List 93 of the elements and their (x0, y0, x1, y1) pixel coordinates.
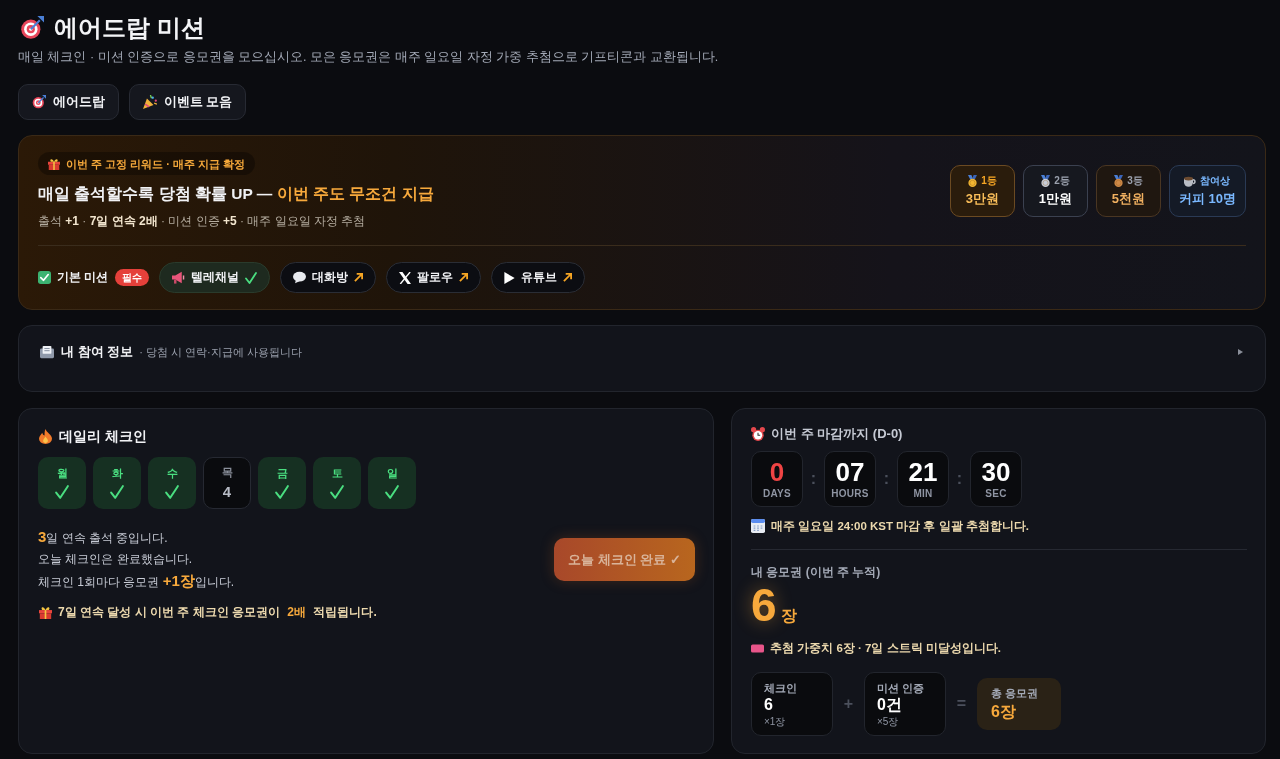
check-icon (165, 485, 179, 499)
countdown-value: 21 (908, 458, 938, 486)
target-icon (32, 95, 46, 109)
mission-chip[interactable]: 텔레채널 (159, 262, 271, 293)
party-popper-icon (143, 95, 157, 109)
countdown-separator: : (955, 469, 964, 489)
day-label: 토 (331, 467, 343, 480)
countdown-unit: HOURS (831, 488, 869, 500)
checkin-title: 데일리 체크인 (59, 427, 147, 445)
checkbox-icon (38, 271, 51, 284)
countdown-value: 30 (981, 458, 1011, 486)
ticket-note: 추첨 가중치 6장 · 7일 스트릭 미달성입니다. (770, 641, 1001, 656)
deadline-note: 매주 일요일 24:00 KST 마감 후 일괄 추첨합니다. (771, 519, 1029, 534)
cup-icon (1184, 175, 1197, 187)
ticket-count: 6 (751, 582, 777, 628)
day-label: 월 (56, 467, 68, 480)
day-label: 수 (166, 467, 178, 480)
deadline-title: 이번 주 마감까지 (D-0) (771, 426, 903, 442)
participation-info-title: 내 참여 정보 (61, 343, 134, 361)
play-icon (504, 271, 516, 284)
medal-icon (1041, 175, 1051, 187)
breakdown-multiplier: ×5장 (877, 714, 899, 728)
countdown-separator: : (809, 469, 818, 489)
banner-headline: 매일 출석할수록 당첨 확률 UP — 이번 주도 무조건 지급 (38, 184, 434, 204)
streak-status-text: 오늘 체크인은 완료했습니다. (38, 551, 193, 568)
alarm-clock-icon (751, 427, 765, 441)
countdown-value: 07 (835, 458, 865, 486)
speech-bubble-icon (293, 271, 307, 284)
total-value: 6장 (991, 702, 1016, 722)
ticket-unit: 장 (780, 607, 797, 625)
participation-info-note: · 당첨 시 연락·지급에 사용됩니다 (139, 345, 302, 360)
megaphone-icon (172, 271, 186, 284)
streak-bonus-text: 7일 연속 달성 시 이번 주 체크인 응모권이 2배 적립됩니다. (58, 604, 377, 621)
page-title: 에어드랍 미션 (54, 13, 205, 43)
day-label: 금 (276, 467, 288, 480)
nav-button[interactable]: 이벤트 모음 (129, 84, 247, 120)
page-subtitle: 매일 체크인 · 미션 인증으로 응모권을 모으십시오. 모은 응모권은 매주 일요일 자정 가중 추첨으로 기프티콘과 교환됩니다. (18, 49, 719, 66)
check-icon (385, 485, 399, 499)
countdown-unit: SEC (985, 488, 1007, 500)
countdown-value: 0 (769, 458, 785, 486)
ticket-icon (751, 643, 764, 653)
breakdown-label: 체크인 (764, 680, 797, 695)
prize-rank: 2등 (1054, 175, 1070, 187)
countdown-separator: : (882, 469, 891, 489)
countdown-unit: MIN (913, 488, 933, 500)
arrow-up-right-icon (354, 273, 364, 282)
mission-chip[interactable]: 대화방 (280, 262, 377, 293)
mission-chip[interactable]: 유튜브 (491, 262, 586, 293)
prize-amount: 3만원 (965, 191, 1000, 207)
gift-icon (39, 605, 52, 619)
day-label: 화 (111, 467, 123, 480)
breakdown-multiplier: ×1장 (764, 714, 786, 728)
card-file-icon (40, 345, 54, 359)
mission-chip[interactable]: 팔로우 (386, 262, 482, 293)
required-badge: 필수 (115, 269, 150, 286)
x-mark-icon (399, 271, 412, 284)
target-icon (20, 16, 44, 40)
ticket-label: 내 응모권 (이번 주 누적) (751, 564, 881, 580)
prize-rank: 3등 (1127, 175, 1143, 187)
prize-rank: 1등 (981, 175, 997, 187)
breakdown-value: 6 (764, 694, 773, 715)
streak-status-text: 3일 연속 출석 중입니다. (38, 527, 169, 547)
prize-amount: 1만원 (1038, 191, 1073, 207)
prize-rank: 참여상 (1200, 175, 1231, 187)
check-icon (275, 485, 289, 499)
participation-info-panel[interactable]: 내 참여 정보 · 당첨 시 연락·지급에 사용됩니다 (18, 325, 1266, 392)
check-icon (110, 485, 124, 499)
prize-amount: 5천원 (1111, 191, 1146, 207)
breakdown-value: 0건 (877, 694, 902, 715)
breakdown-operator: + (842, 694, 855, 714)
medal-icon (1114, 175, 1124, 187)
reward-tag-text: 이번 주 고정 리워드 · 매주 지급 확정 (66, 156, 246, 171)
fire-icon (39, 428, 52, 444)
medal-icon (968, 175, 978, 187)
breakdown-label: 미션 인증 (877, 680, 925, 695)
day-label: 목 (221, 466, 233, 479)
check-icon (245, 271, 258, 284)
arrow-up-right-icon (563, 273, 573, 282)
streak-status-text: 체크인 1회마다 응모권 +1장입니다. (38, 571, 235, 591)
check-icon (55, 485, 69, 499)
banner-subline: 출석 +1 · 7일 연속 2배 · 미션 인증 +5 · 매주 일요일 자정 추첨 (38, 213, 366, 230)
gift-icon (48, 157, 60, 170)
prize-amount: 커피 10명 (1178, 191, 1236, 207)
nav-button[interactable]: 에어드랍 (18, 84, 119, 120)
total-label: 총 응모권 (991, 686, 1039, 700)
check-icon (330, 485, 344, 499)
breakdown-operator: = (955, 694, 968, 714)
day-number: 4 (222, 484, 232, 500)
countdown-unit: DAYS (762, 488, 792, 500)
basic-mission-label: 기본 미션 (57, 269, 109, 286)
arrow-up-right-icon (459, 273, 469, 282)
calendar-icon (751, 519, 765, 533)
day-label: 일 (386, 467, 398, 480)
